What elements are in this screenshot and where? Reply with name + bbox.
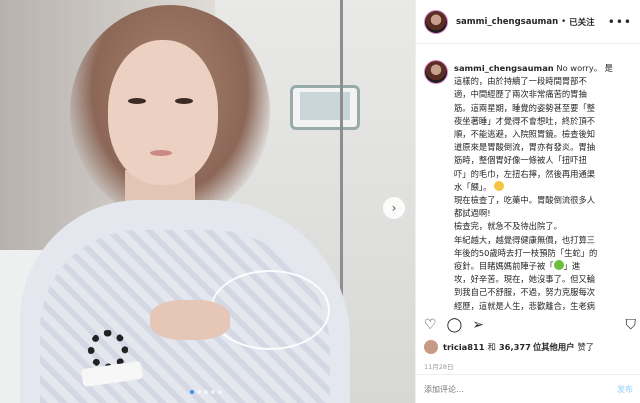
action-bar: ♡ ◯ ➢ ⛉ xyxy=(424,316,636,334)
following-button[interactable]: 已关注 xyxy=(569,16,595,28)
likes-count[interactable]: 36,377 xyxy=(499,342,531,352)
caption-line: 到我自己不舒服，不過，努力克服每次 xyxy=(454,287,596,298)
comment-icon[interactable]: ◯ xyxy=(447,318,463,332)
post-photo[interactable]: › xyxy=(0,0,415,403)
caption-line: 年後的50歲時去打一枝預防「生蛇」的 xyxy=(454,247,598,258)
post-comment-button[interactable]: 发布 xyxy=(617,384,633,395)
caption-line: 攻，好辛苦。現在，她沒事了。但又輪 xyxy=(454,274,596,285)
caption-line: 疫針。目睹媽媽前陣子被「 xyxy=(454,261,554,272)
caption-line: 順，不能逃避，入院照胃鏡。檢查後知 xyxy=(454,129,596,140)
caption-line: 適，中間經歷了兩次非常痛苦的胃抽 xyxy=(454,89,587,100)
caption-line: 都試過啊! xyxy=(454,208,491,219)
caption-line: 檢查完，就急不及待出院了。 xyxy=(454,221,562,232)
likes-summary: tricia811 和 36,377 位其他用户 赞了 xyxy=(424,340,594,354)
comment-input[interactable] xyxy=(424,384,617,394)
carousel-dot xyxy=(211,390,215,394)
carousel-dot xyxy=(204,390,208,394)
avatar[interactable] xyxy=(424,9,448,34)
post-header: sammi_chengsauman • 已关注 ••• xyxy=(416,0,640,44)
liker-avatar[interactable] xyxy=(424,340,438,354)
post-date[interactable]: 11月28日 xyxy=(424,361,454,371)
caption-line: 夜坐著睡」才覺得不會想吐，終於頂不 xyxy=(454,115,596,126)
liker-username[interactable]: tricia811 xyxy=(443,342,485,352)
caption-line: 這樣的，由於持續了一段時間胃部不 xyxy=(454,76,587,87)
caption-line: 水「餵」。 xyxy=(454,181,492,192)
caption-line: 現在檢查了，吃藥中。胃酸倒流很多人 xyxy=(454,195,596,206)
likes-and-text: 和 xyxy=(487,342,496,352)
share-icon[interactable]: ➢ xyxy=(472,318,484,332)
mouth xyxy=(150,150,172,156)
likes-verb: 赞了 xyxy=(577,342,595,352)
caption-line: 」進 xyxy=(563,261,581,272)
comment-bar: 发布 xyxy=(416,374,640,403)
caption-line: 經歷，這就是人生，悲歡離合，生老病 xyxy=(454,300,596,311)
face xyxy=(108,40,218,185)
caption-line: 筋。這兩星期，睡覺的姿勢甚至要「整 xyxy=(454,102,596,113)
bookmark-icon[interactable]: ⛉ xyxy=(626,318,637,332)
grinning-emoji-icon xyxy=(493,180,504,191)
caption-line: 吓」的毛巾，左扭右擰，然後再用通渠 xyxy=(454,168,596,179)
carousel-next-button[interactable]: › xyxy=(383,197,405,219)
username-link[interactable]: sammi_chengsauman xyxy=(456,17,558,27)
carousel-dot xyxy=(190,390,194,394)
caption-line: 年紀越大，越覺得健康無價，也打算三 xyxy=(454,234,596,245)
caption-line: No worry。 是 xyxy=(556,63,613,73)
caption-area[interactable]: sammi_chengsauman No worry。 是 這樣的，由於持續了一… xyxy=(416,52,640,314)
left-eye xyxy=(128,98,146,104)
likes-others-link[interactable]: 位其他用户 xyxy=(533,341,575,353)
caption-avatar[interactable] xyxy=(424,60,448,84)
hand xyxy=(150,300,230,340)
carousel-indicator xyxy=(190,390,222,394)
caption-username[interactable]: sammi_chengsauman xyxy=(454,63,554,73)
caption-line: 道原來是胃酸倒流，胃亦有發炎。胃抽 xyxy=(454,142,596,153)
chevron-right-icon: › xyxy=(391,201,397,215)
caption-text: sammi_chengsauman No worry。 是 這樣的，由於持續了一… xyxy=(454,62,633,313)
heart-icon[interactable]: ♡ xyxy=(424,318,437,332)
separator-dot: • xyxy=(561,16,567,27)
snake-emoji-icon xyxy=(553,260,564,271)
more-options-icon[interactable]: ••• xyxy=(608,15,632,29)
right-eye xyxy=(175,98,193,104)
post-side-panel: sammi_chengsauman • 已关注 ••• sammi_chengs… xyxy=(415,0,640,403)
caption-line: 筋時，整個胃好像一條被人「扭吓扭 xyxy=(454,155,587,166)
carousel-dot xyxy=(197,390,201,394)
carousel-dot xyxy=(218,390,222,394)
